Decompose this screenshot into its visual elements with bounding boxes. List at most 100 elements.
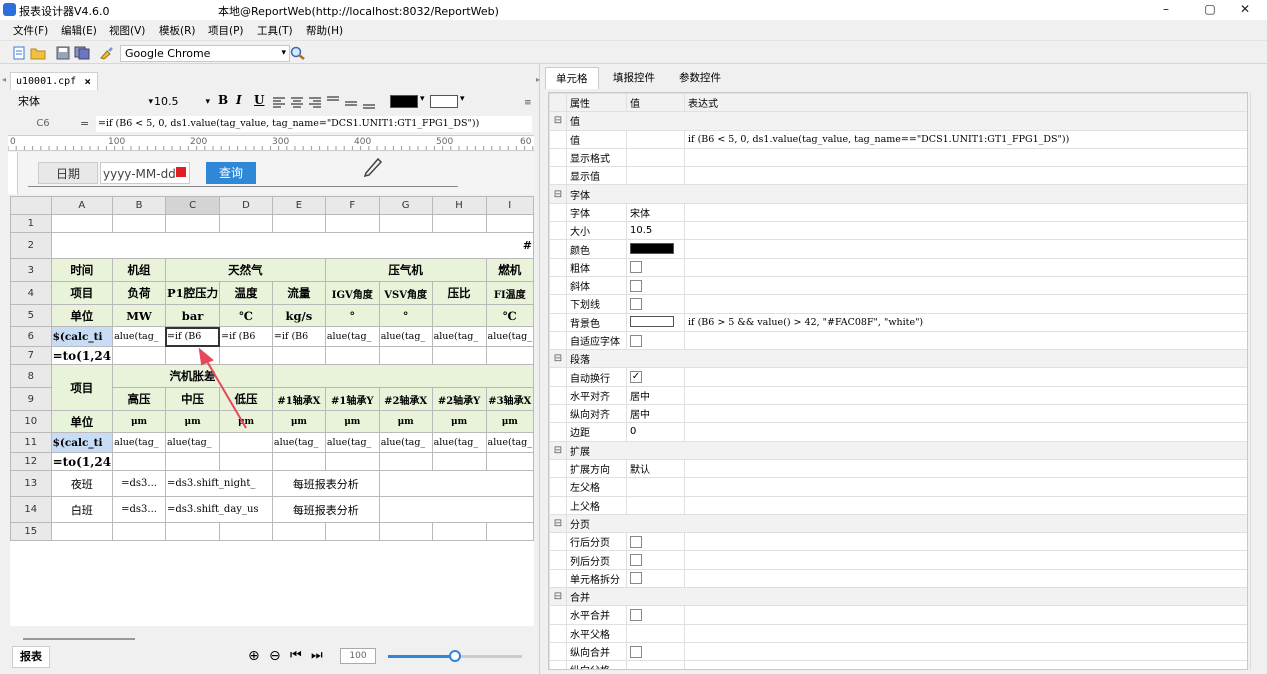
cell[interactable]: alue(tag_ xyxy=(485,326,534,347)
menu-project[interactable]: 项目(P) xyxy=(208,23,244,38)
property-value-cell[interactable] xyxy=(626,495,685,515)
property-expression[interactable] xyxy=(684,239,1247,259)
property-value-cell[interactable] xyxy=(626,623,685,643)
cell[interactable] xyxy=(164,452,221,471)
tab-cell[interactable]: 单元格 xyxy=(545,67,599,89)
chevron-down-icon[interactable]: ▾ xyxy=(460,94,465,104)
alignment-icons[interactable] xyxy=(272,95,376,109)
sheet-tab-report[interactable]: 报表 xyxy=(12,646,50,668)
column-header[interactable]: B xyxy=(112,196,166,215)
property-expression[interactable] xyxy=(684,568,1247,589)
property-row[interactable]: 水平对齐 居中 xyxy=(549,385,1247,406)
cell[interactable]: μm xyxy=(219,410,273,433)
cell[interactable] xyxy=(219,214,273,233)
minimize-button[interactable]: – xyxy=(1144,0,1188,20)
cell[interactable]: 压气机 xyxy=(324,258,487,282)
collapse-icon[interactable]: ⊟ xyxy=(549,349,567,369)
cell[interactable]: ° xyxy=(324,304,380,327)
cell[interactable]: 单位 xyxy=(50,410,114,433)
last-page-icon[interactable]: ⏭ xyxy=(311,648,323,663)
property-expression[interactable] xyxy=(684,275,1247,296)
cell[interactable]: MW xyxy=(112,304,166,327)
cell[interactable] xyxy=(324,452,380,471)
row-header[interactable]: 15 xyxy=(10,522,52,541)
cell[interactable]: ℃ xyxy=(219,304,273,327)
cell[interactable] xyxy=(271,452,326,471)
cell[interactable]: 白班 xyxy=(50,496,114,523)
cell[interactable] xyxy=(271,214,326,233)
property-row[interactable]: 粗体 xyxy=(549,257,1247,277)
cell[interactable]: alue(tag_ xyxy=(324,432,380,453)
cell[interactable]: μm xyxy=(324,410,380,433)
cell[interactable] xyxy=(50,214,114,233)
property-row[interactable]: 下划线 xyxy=(549,294,1247,314)
column-header[interactable]: H xyxy=(431,196,487,215)
property-category[interactable]: ⊟ 段落 xyxy=(549,349,1247,369)
cell[interactable]: alue(tag_ xyxy=(112,326,166,347)
query-button[interactable]: 查询 xyxy=(206,162,256,184)
cell[interactable]: #1轴承X xyxy=(271,387,326,411)
property-value-cell[interactable] xyxy=(626,166,685,186)
cell[interactable] xyxy=(219,346,273,365)
zoom-slider-thumb[interactable] xyxy=(449,650,461,662)
property-value-cell[interactable] xyxy=(626,129,685,149)
property-checkbox[interactable] xyxy=(630,572,642,585)
cell[interactable]: μm xyxy=(112,410,166,433)
cell[interactable] xyxy=(378,214,433,233)
row-header[interactable]: 14 xyxy=(10,496,52,523)
cell[interactable]: alue(tag_ xyxy=(271,432,326,453)
cell[interactable]: 每班报表分析 xyxy=(271,496,380,523)
property-row[interactable]: 显示值 xyxy=(549,166,1247,186)
cell[interactable]: #2轴承X xyxy=(378,387,433,411)
cell[interactable]: 每班报表分析 xyxy=(271,470,380,497)
property-expression[interactable] xyxy=(684,330,1247,351)
cell[interactable]: μm xyxy=(271,410,326,433)
property-checkbox[interactable] xyxy=(630,535,642,548)
property-value-cell[interactable]: 居中 xyxy=(626,385,685,406)
background-color-swatch[interactable] xyxy=(430,95,458,108)
property-row[interactable]: 行后分页 xyxy=(549,532,1247,552)
tab-param-control[interactable]: 参数控件 xyxy=(669,67,731,89)
cell[interactable]: μm xyxy=(485,410,534,433)
property-row[interactable]: 扩展方向 默认 xyxy=(549,458,1247,479)
property-row[interactable]: 边距 0 xyxy=(549,422,1247,442)
cell[interactable]: alue(tag_ xyxy=(378,326,433,347)
cell[interactable]: 单位 xyxy=(50,304,114,327)
cell[interactable] xyxy=(378,496,534,523)
menu-template[interactable]: 模板(R) xyxy=(159,23,196,38)
cell[interactable]: 燃机 xyxy=(485,258,534,282)
property-category[interactable]: ⊟ 分页 xyxy=(549,513,1247,534)
color-swatch[interactable] xyxy=(630,316,674,328)
property-row[interactable]: 列后分页 xyxy=(549,550,1247,570)
cell[interactable]: ℃ xyxy=(485,304,534,327)
property-expression[interactable] xyxy=(684,422,1247,442)
cell[interactable] xyxy=(271,364,534,388)
property-row[interactable]: 颜色 xyxy=(549,239,1247,259)
column-header[interactable]: G xyxy=(378,196,433,215)
cell[interactable]: 项目 xyxy=(50,281,114,305)
property-value-cell[interactable] xyxy=(626,275,685,296)
property-row[interactable]: 单元格拆分 xyxy=(549,568,1247,589)
cell[interactable] xyxy=(485,452,534,471)
column-header[interactable]: A xyxy=(50,196,114,215)
property-checkbox[interactable] xyxy=(630,261,642,274)
color-swatch[interactable] xyxy=(630,243,674,255)
preview-search-icon[interactable] xyxy=(290,46,306,60)
property-expression[interactable]: if (B6 > 5 && value() > 42, "#FAC08F", "… xyxy=(684,312,1247,332)
property-expression[interactable] xyxy=(684,458,1247,479)
property-value-cell[interactable]: ✓ xyxy=(626,367,685,387)
row-header[interactable]: 7 xyxy=(10,346,52,365)
cell[interactable]: #3轴承X xyxy=(485,387,534,411)
property-expression[interactable] xyxy=(684,477,1247,497)
cell[interactable]: alue(tag_ xyxy=(164,432,221,453)
collapse-icon[interactable]: ⊟ xyxy=(549,513,567,534)
property-value-cell[interactable] xyxy=(626,605,685,625)
cell[interactable]: 负荷 xyxy=(112,281,166,305)
property-row[interactable]: 背景色 if (B6 > 5 && value() > 42, "#FAC08F"… xyxy=(549,312,1247,332)
date-input[interactable]: yyyy-MM-dd xyxy=(100,162,190,184)
font-size-select[interactable]: 10.5 ▾ xyxy=(154,94,210,110)
cell[interactable] xyxy=(164,522,221,541)
bold-button[interactable]: B xyxy=(218,93,228,107)
property-value-cell[interactable]: 默认 xyxy=(626,458,685,479)
cell[interactable]: alue(tag_ xyxy=(112,432,166,453)
